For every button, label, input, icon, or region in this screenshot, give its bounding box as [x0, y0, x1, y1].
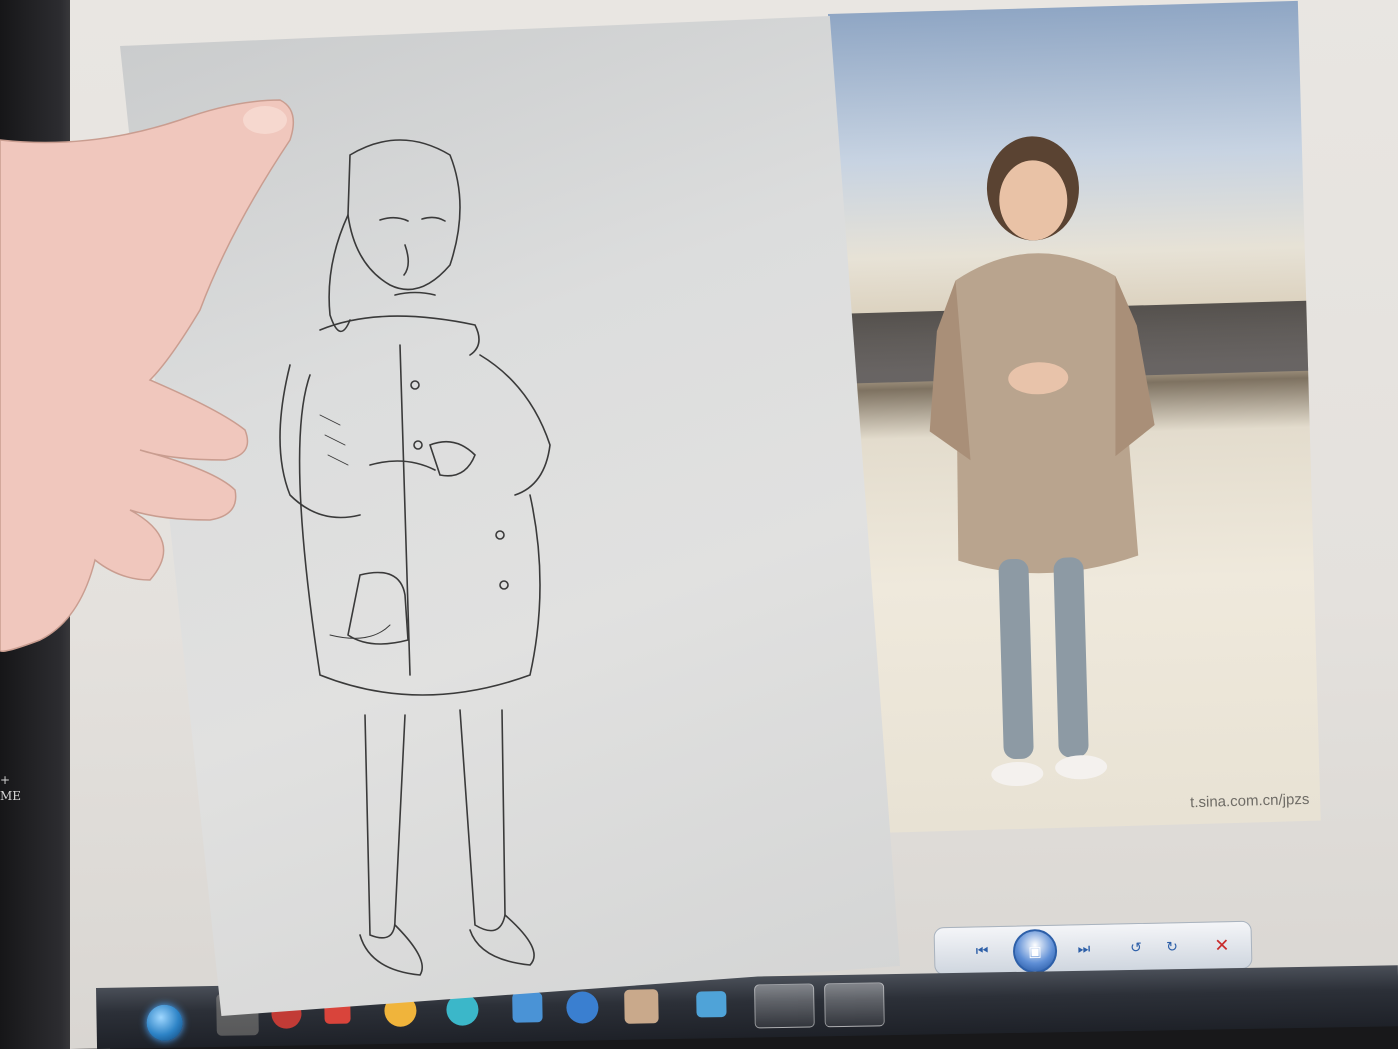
partial-screen-text: + ME [0, 773, 22, 803]
girl-figure [929, 136, 1155, 787]
next-icon[interactable]: ⏭ [1073, 937, 1095, 959]
photo-watermark: t.sina.com.cn/jpzs [1189, 790, 1310, 812]
app-icon[interactable] [754, 983, 815, 1029]
app-icon[interactable] [696, 991, 727, 1018]
photo-of-girl: t.sina.com.cn/jpzs [828, 0, 1321, 834]
start-orb-icon[interactable] [146, 1004, 183, 1042]
rotate-left-icon[interactable]: ↺ [1125, 936, 1147, 958]
app-icon[interactable] [824, 982, 885, 1028]
rotate-right-icon[interactable]: ↻ [1161, 935, 1183, 957]
photo-viewer-toolbar: ⏮ ▣ ⏭ ↺ ↻ ✕ [933, 920, 1253, 976]
delete-icon[interactable]: ✕ [1211, 934, 1233, 956]
slideshow-icon[interactable]: ▣ [1012, 928, 1058, 974]
hand [0, 99, 295, 652]
previous-icon[interactable]: ⏮ [971, 939, 993, 961]
